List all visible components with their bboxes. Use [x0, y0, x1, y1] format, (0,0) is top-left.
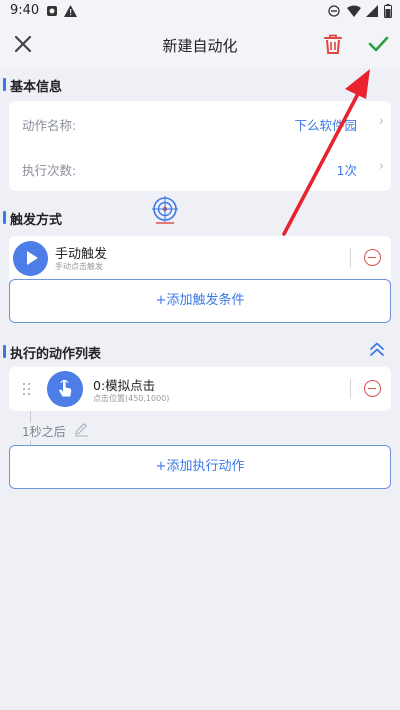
action-item-title: 0:模拟点击 [93, 378, 156, 393]
notification-icon [47, 6, 57, 16]
trigger-item[interactable]: 手动触发 手动点击触发 [9, 236, 391, 280]
divider [350, 379, 351, 399]
signal-icon [366, 5, 378, 17]
trigger-item-title: 手动触发 [55, 247, 108, 262]
status-bar: 9:40 [0, 0, 400, 22]
warning-icon [64, 5, 77, 17]
chevron-right-icon: › [378, 114, 384, 129]
dnd-icon [328, 5, 340, 17]
add-trigger-button[interactable]: +添加触发条件 [9, 279, 391, 323]
play-icon [13, 241, 48, 276]
divider [350, 248, 351, 268]
info-row-run-count[interactable]: 执行次数: 1次 › [9, 146, 391, 191]
trigger-item-subtitle: 手动点击触发 [55, 262, 103, 271]
pencil-icon[interactable] [73, 421, 89, 437]
action-item-subtitle: 点击位置(450,1000) [93, 394, 170, 403]
check-icon[interactable] [364, 30, 392, 58]
info-row-label: 动作名称: [22, 118, 77, 133]
tap-hand-icon [47, 371, 83, 407]
target-logo-icon [152, 196, 178, 224]
action-item[interactable]: 0:模拟点击 点击位置(450,1000) [9, 367, 391, 411]
section-title-trigger: 触发方式 [0, 209, 62, 228]
trash-icon[interactable] [320, 31, 346, 57]
double-chevron-up-icon[interactable] [367, 339, 387, 359]
minus-circle-icon[interactable] [364, 380, 381, 397]
status-time: 9:40 [10, 3, 40, 18]
app-bar: 新建自动化 [0, 22, 400, 68]
info-row-action-name[interactable]: 动作名称: 下么软件园 › [9, 101, 391, 146]
add-action-button[interactable]: +添加执行动作 [9, 445, 391, 489]
info-row-value: 1次 [336, 163, 357, 178]
section-title-basic-info: 基本信息 [0, 76, 62, 95]
section-title-actions: 执行的动作列表 [0, 343, 101, 362]
minus-circle-icon[interactable] [364, 249, 381, 266]
basic-info-card: 动作名称: 下么软件园 › 执行次数: 1次 › [9, 101, 391, 191]
delay-label[interactable]: 1秒之后 [22, 423, 70, 440]
wifi-icon [347, 5, 361, 17]
info-row-label: 执行次数: [22, 163, 77, 178]
info-row-value: 下么软件园 [294, 118, 357, 133]
battery-icon [384, 4, 392, 18]
drag-handle-icon[interactable] [23, 383, 31, 395]
chevron-right-icon: › [378, 159, 384, 174]
